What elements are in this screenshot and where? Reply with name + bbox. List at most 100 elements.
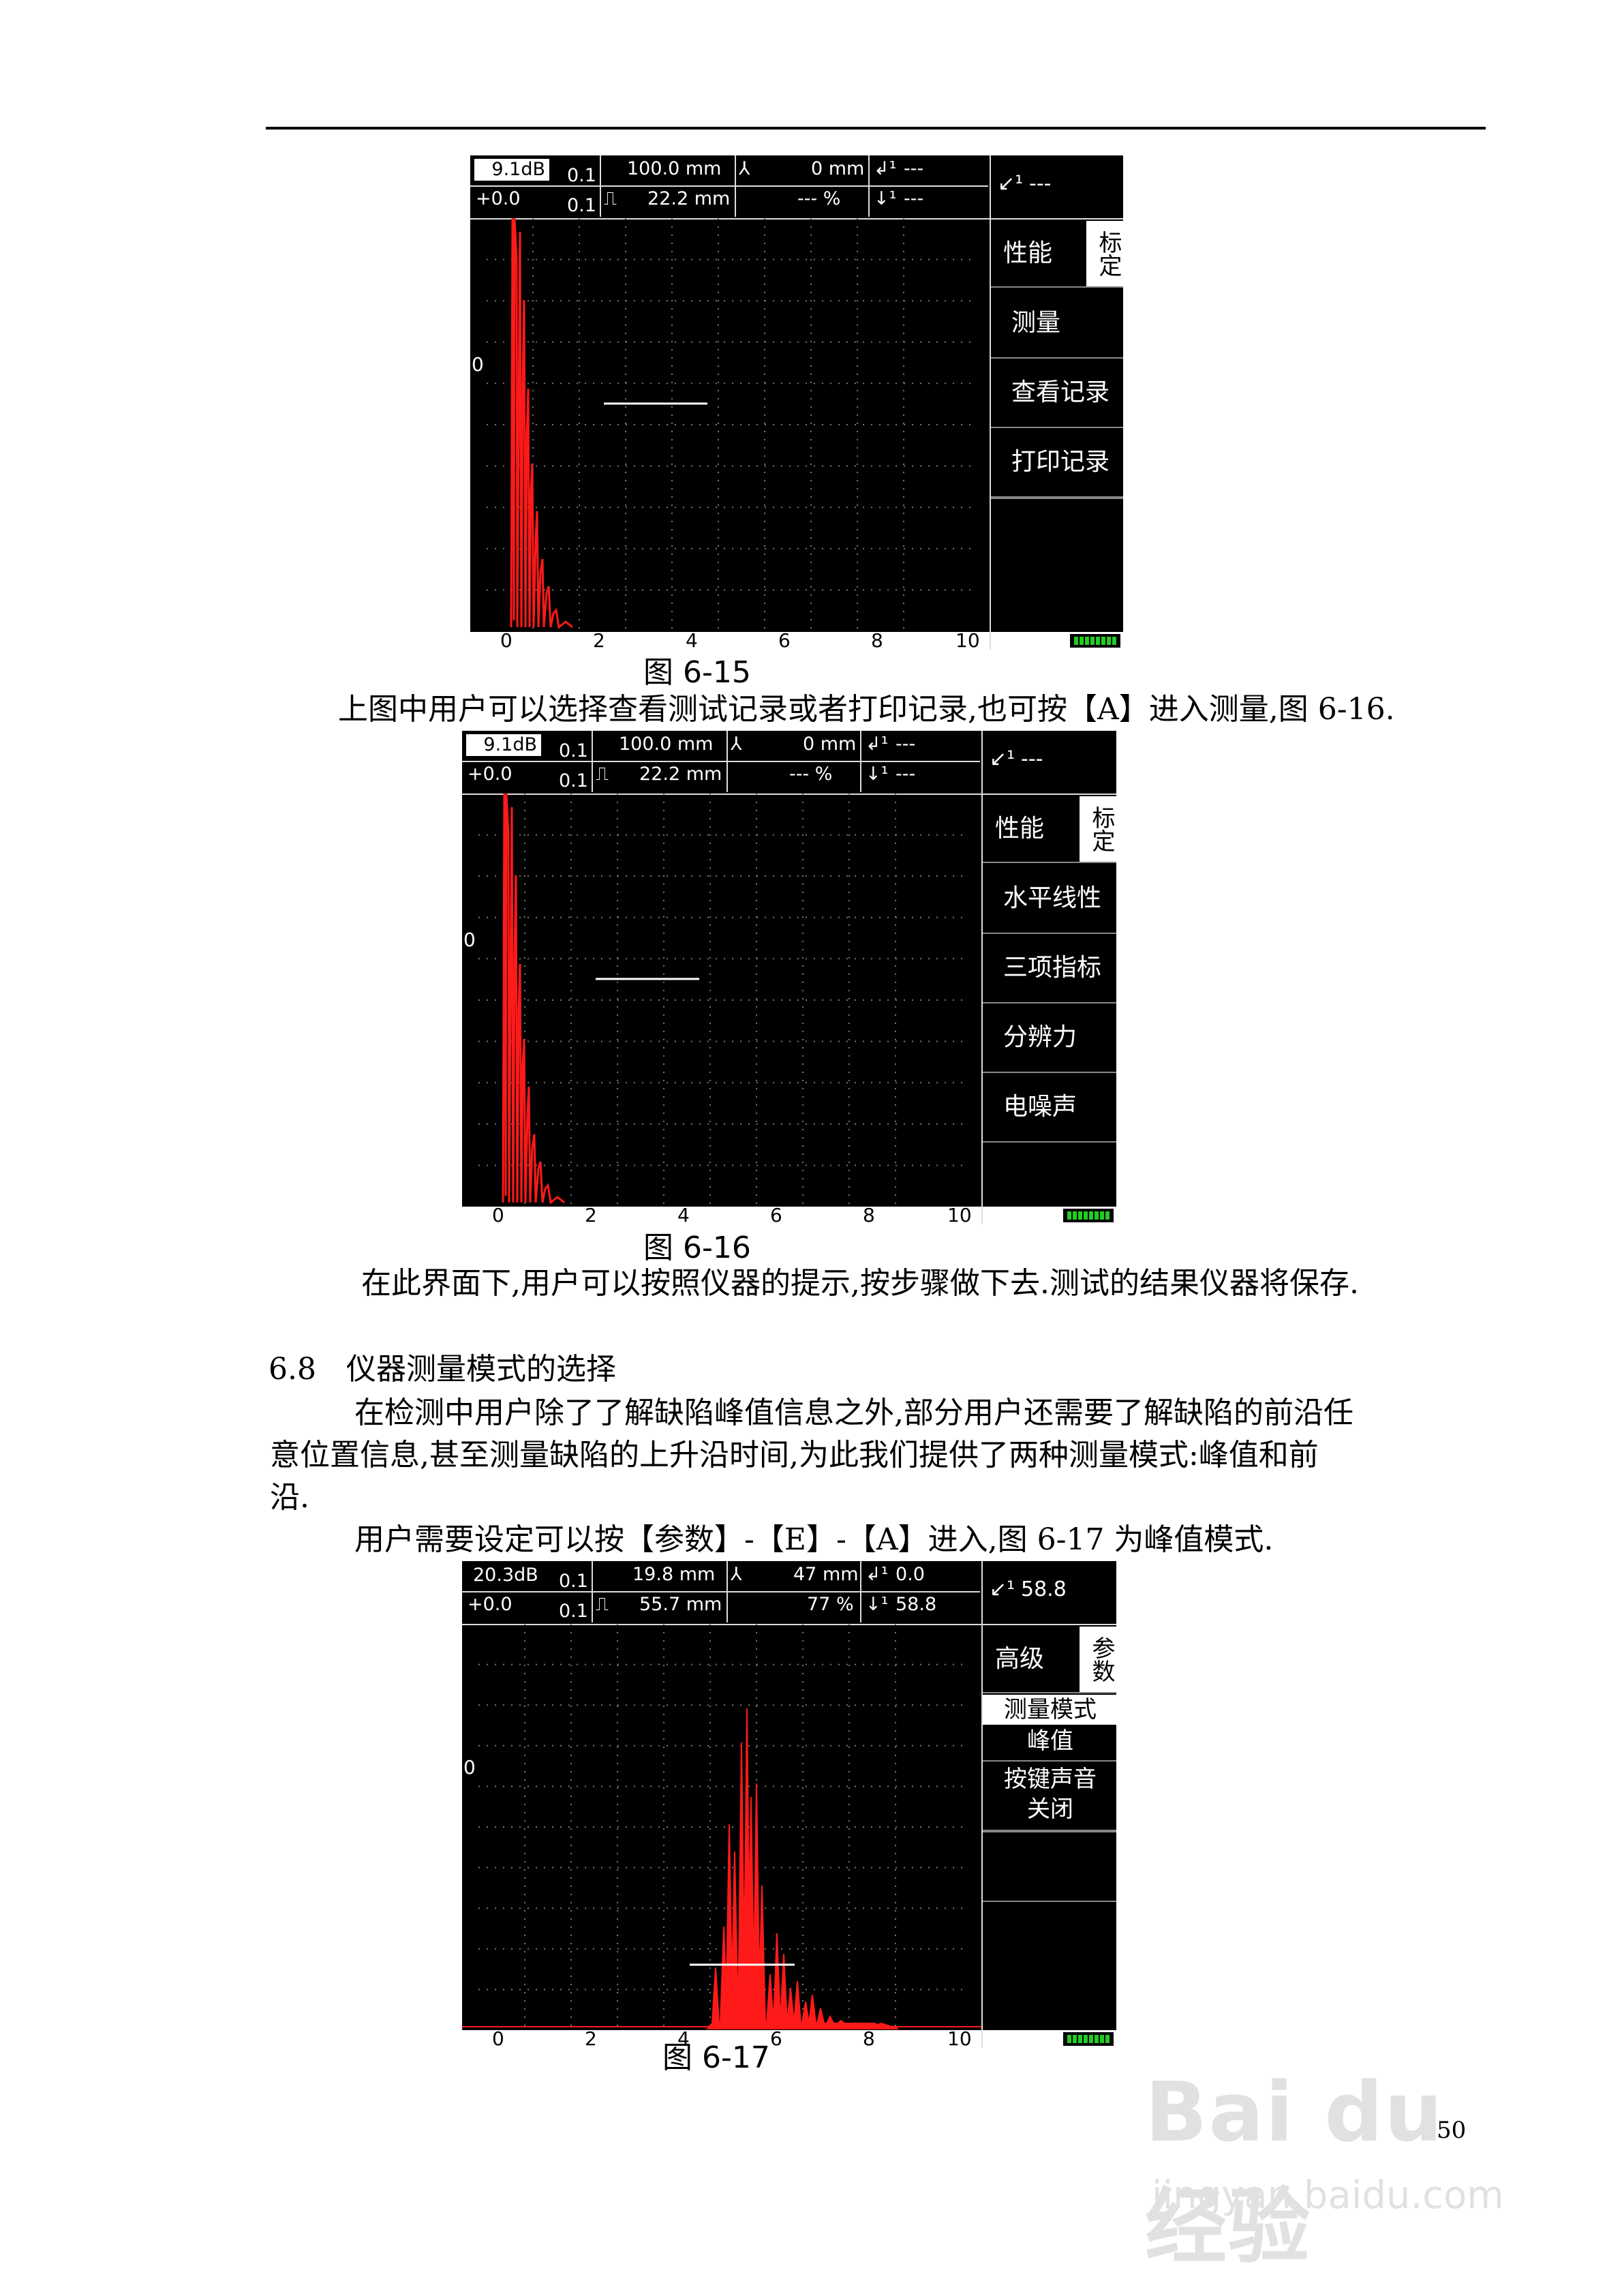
echo-trace [510,218,573,629]
menu-tab-parameters[interactable]: 参数 [1080,1627,1116,1692]
a-scan-plot [462,1624,981,2031]
side-menu: ↙¹ 58.8 高级 参数 测量模式 峰值 按键声音 关闭 [981,1561,1116,2048]
x-tick: 0 [492,1204,504,1225]
menu-item-resolution[interactable]: 分辨力 [983,1003,1116,1073]
cursor-readout: --- [1029,172,1052,196]
delay-readout: 55.7 mm [639,1594,722,1615]
screen-fig-6-15: 9.1dB +0.0 0.1 0.1 100.0 mm ⎍ 22.2 mm ⅄ … [470,155,1123,650]
sound-path-readout: 0.0 [896,1564,925,1585]
horizontal-icon: ↓¹ [874,188,897,209]
menu-tab-calibration[interactable]: 标定 [1086,221,1123,286]
delay-readout: 22.2 mm [639,764,722,785]
offset-readout: +0.0 [468,764,512,785]
echo-envelope [705,1708,899,2029]
sound-path-icon: ↲¹ [866,734,889,755]
x-tick: 10 [955,629,980,650]
paragraph-1: 上图中用户可以选择查看测试记录或者打印记录,也可按【A】进入测量,图 6-16. [338,692,1395,727]
menu-tab-calibration[interactable]: 标定 [1080,796,1116,862]
depth-readout: 0 mm [803,734,857,755]
cursor-readout: --- [1021,747,1043,771]
menu-item-horizontal-linearity[interactable]: 水平线性 [983,864,1116,934]
depth-readout: 0 mm [811,158,865,179]
range-readout: 19.8 mm [632,1564,716,1585]
menu-item-measure[interactable]: 测量 [991,289,1123,359]
gate-icon: ⅄ [739,158,750,179]
side-menu: ↙¹ --- 性能 标定 测量 查看记录 打印记录 [990,155,1123,650]
paragraph-2: 在此界面下,用户可以按照仪器的提示,按步骤做下去.测试的结果仪器将保存. [361,1266,1359,1301]
x-tick: 4 [677,1204,690,1225]
gain-readout: 20.3dB [466,1565,541,1586]
menu-item-three-indicators[interactable]: 三项指标 [983,934,1116,1003]
cursor-readout-icon: ↙¹ [990,1577,1015,1601]
echo-trace [502,794,565,1205]
horizontal-readout: 58.8 [896,1594,937,1615]
pulse-icon: ⎍ [596,1594,609,1615]
offset-step: 0.1 [567,195,596,216]
paragraph-3-line-2: 意位置信息,甚至测量缺陷的上升沿时间,为此我们提供了两种测量模式:峰值和前 [270,1438,1319,1472]
sound-path-readout: --- [896,734,916,755]
gate-icon: ⅄ [731,734,742,755]
depth-readout: 47 mm [793,1564,859,1585]
measure-mode-label: 测量模式 [983,1695,1116,1725]
menu-item-empty[interactable] [991,498,1123,499]
x-tick: 10 [947,1204,972,1225]
x-tick: 8 [863,2027,875,2049]
x-tick: 8 [871,629,883,650]
menu-item-empty[interactable] [983,1901,1116,1902]
x-tick: 2 [593,629,605,650]
key-beep-value: 关闭 [1027,1796,1073,1823]
paragraph-3-line-3: 沿. [270,1480,309,1515]
section-heading: 6.8 仪器测量模式的选择 [269,1352,616,1387]
menu-item-empty[interactable] [983,1831,1116,1832]
y-axis-zero: 0 [463,928,476,951]
horizontal-icon: ↓¹ [866,1594,889,1615]
baidu-watermark: Bai du 经验 jingyan.baidu.com [1145,2059,1527,2275]
x-tick: 10 [947,2027,972,2049]
caption-fig-6-17: 图 6-17 [662,2040,770,2075]
a-scan-svg [487,218,975,631]
a-scan-plot [462,794,981,1209]
range-readout: 100.0 mm [627,158,722,179]
sound-path-icon: ↲¹ [866,1564,889,1585]
key-beep-option[interactable]: 按键声音 关闭 [983,1762,1116,1831]
screen-fig-6-16: 9.1dB +0.0 0.1 0.1 100.0 mm ⎍ 22.2 mm ⅄ … [462,731,1116,1224]
x-tick: 6 [770,2027,782,2049]
horizontal-icon: ↓¹ [866,764,889,785]
gain-readout: 9.1dB [466,734,541,756]
watermark-url: jingyan.baidu.com [1152,2173,1504,2218]
side-menu: ↙¹ --- 性能 标定 水平线性 三项指标 分辨力 电噪声 [981,731,1116,1224]
paragraph-3-line-1: 在检测中用户除了了解缺陷峰值信息之外,部分用户还需要了解缺陷的前沿任 [354,1395,1353,1430]
horizontal-readout: --- [896,764,916,785]
amplitude-readout: --- % [789,764,833,785]
pulse-icon: ⎍ [604,188,617,209]
menu-item-print-records[interactable]: 打印记录 [991,428,1123,498]
screen-fig-6-17: 20.3dB +0.0 0.1 0.1 19.8 mm ⎍ 55.7 mm ⅄ … [462,1561,1116,2048]
caption-fig-6-15: 图 6-15 [643,655,751,690]
offset-step: 0.1 [559,770,588,791]
x-tick: 0 [492,2027,504,2049]
watermark-logo: Bai du 经验 [1145,2066,1444,2275]
status-header: 9.1dB +0.0 0.1 0.1 100.0 mm ⎍ 22.2 mm ⅄ … [462,731,981,795]
a-scan-svg [478,794,966,1207]
amplitude-readout: --- % [797,188,841,209]
y-axis-zero: 0 [463,1756,476,1779]
menu-item-view-records[interactable]: 查看记录 [991,359,1123,428]
sound-path-readout: --- [904,158,924,179]
cursor-readout: 58.8 [1021,1577,1067,1601]
cursor-readout-icon: ↙¹ [998,172,1024,196]
a-scan-svg [462,1624,981,2030]
amplitude-readout: 77 % [807,1594,854,1615]
x-tick: 8 [863,1204,875,1225]
x-tick: 2 [585,2027,597,2049]
measure-mode-option[interactable]: 测量模式 峰值 [983,1695,1116,1762]
x-tick: 2 [585,1204,597,1225]
status-header: 20.3dB +0.0 0.1 0.1 19.8 mm ⎍ 55.7 mm ⅄ … [462,1561,981,1625]
a-scan-plot [470,218,990,634]
caption-fig-6-16: 图 6-16 [643,1230,751,1265]
x-tick: 0 [500,629,512,650]
measure-mode-value: 峰值 [1027,1727,1073,1755]
menu-item-electrical-noise[interactable]: 电噪声 [983,1073,1116,1143]
gate-icon: ⅄ [731,1564,742,1585]
cursor-readout-icon: ↙¹ [990,747,1015,771]
x-tick: 6 [770,1204,782,1225]
